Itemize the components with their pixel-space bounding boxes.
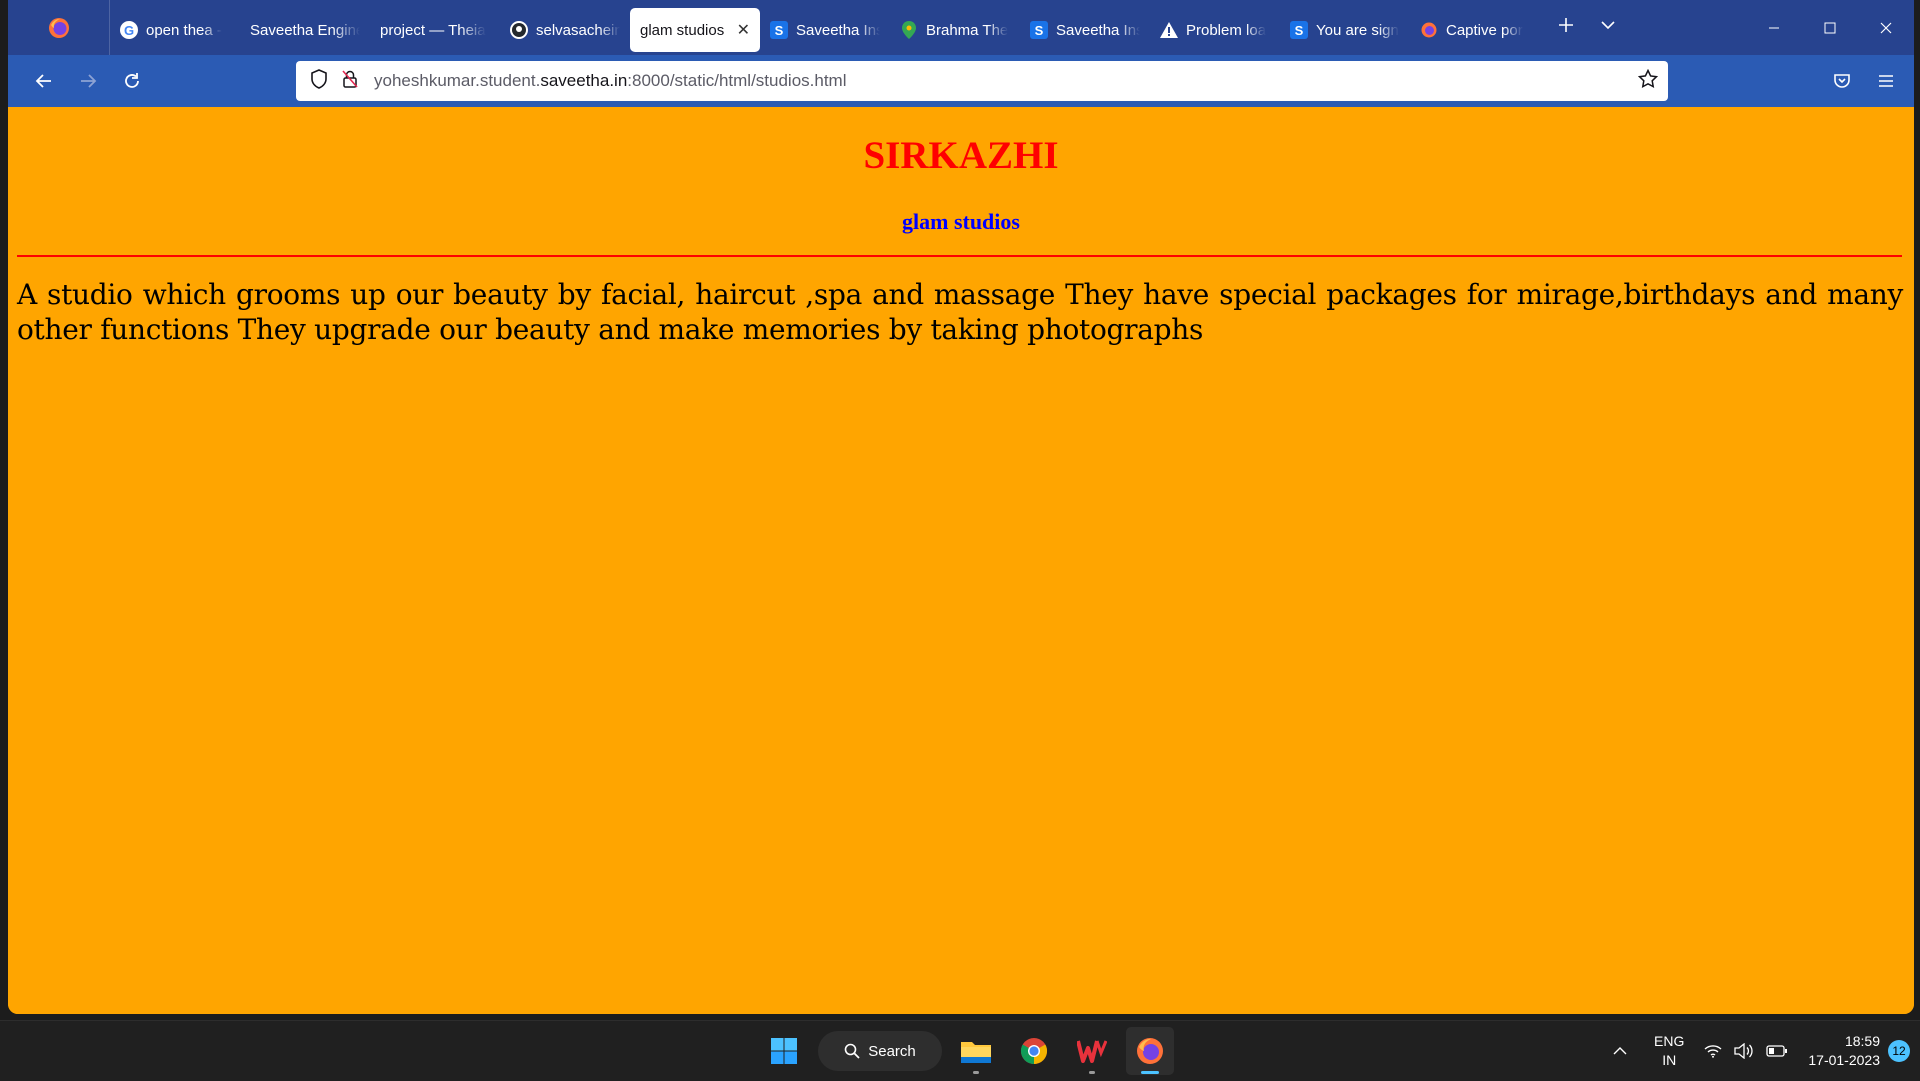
- file-explorer-icon[interactable]: [952, 1027, 1000, 1075]
- taskbar-search-button[interactable]: Search: [818, 1031, 942, 1071]
- clock-date: 17-01-2023: [1808, 1052, 1880, 1068]
- url-suffix: :8000/static/html/studios.html: [627, 71, 847, 90]
- tab-label: project — Theia: [380, 21, 486, 39]
- new-tab-plus-icon[interactable]: [1558, 17, 1574, 38]
- language-line1: ENG: [1654, 1033, 1685, 1049]
- tab-label: open thea -: [146, 21, 222, 39]
- web-page-content: SIRKAZHI glam studios A studio which gro…: [8, 107, 1914, 1014]
- tab-1[interactable]: Saveetha Engine: [240, 8, 370, 52]
- page-subheading: glam studios: [902, 209, 1020, 234]
- tab-label: Captive por: [1446, 21, 1523, 39]
- tab-label: Saveetha Ins: [796, 21, 880, 39]
- tab-3[interactable]: selvasachein: [500, 8, 630, 52]
- close-window-icon[interactable]: [1858, 0, 1914, 55]
- navigation-toolbar: yoheshkumar.student.saveetha.in:8000/sta…: [8, 55, 1914, 107]
- tab-9[interactable]: S You are sign: [1280, 8, 1410, 52]
- insecure-lock-icon[interactable]: [342, 69, 358, 93]
- tab-6[interactable]: Brahma The: [890, 8, 1020, 52]
- input-language-indicator[interactable]: ENG IN: [1640, 1032, 1698, 1070]
- running-indicator: [1089, 1071, 1095, 1074]
- firefox-icon: [1420, 21, 1438, 39]
- maximize-icon[interactable]: [1802, 0, 1858, 55]
- tab-5[interactable]: S Saveetha Ins: [760, 8, 890, 52]
- list-all-tabs-chevron-icon[interactable]: [1600, 17, 1616, 38]
- tab-label: Saveetha Ins: [1056, 21, 1140, 39]
- show-hidden-icons-chevron-icon[interactable]: [1606, 1046, 1634, 1056]
- active-indicator: [1141, 1071, 1159, 1074]
- battery-icon[interactable]: [1760, 1045, 1794, 1057]
- tab-label: glam studios: [640, 21, 725, 39]
- wifi-icon[interactable]: [1698, 1044, 1728, 1058]
- horizontal-rule: [17, 255, 1902, 257]
- system-clock[interactable]: 18:59 17-01-2023: [1794, 1032, 1888, 1070]
- warning-icon: [1160, 21, 1178, 39]
- firefox-icon: [48, 17, 69, 38]
- windows-start-icon[interactable]: [760, 1027, 808, 1075]
- tab-label: Saveetha Engine: [250, 21, 360, 39]
- url-bar[interactable]: yoheshkumar.student.saveetha.in:8000/sta…: [296, 61, 1668, 101]
- search-label: Search: [868, 1042, 916, 1060]
- forward-arrow-icon[interactable]: [66, 61, 110, 101]
- maps-pin-icon: [900, 21, 918, 39]
- chrome-icon[interactable]: [1010, 1027, 1058, 1075]
- minimize-icon[interactable]: [1746, 0, 1802, 55]
- back-arrow-icon[interactable]: [22, 61, 66, 101]
- tab-label: You are sign: [1316, 21, 1399, 39]
- github-icon: [510, 21, 528, 39]
- page-heading: SIRKAZHI: [863, 134, 1059, 177]
- hamburger-menu-icon[interactable]: [1864, 61, 1908, 101]
- close-tab-icon[interactable]: ✕: [737, 20, 750, 40]
- saveetha-icon: S: [1290, 21, 1308, 39]
- url-text: yoheshkumar.student.saveetha.in:8000/sta…: [374, 71, 847, 91]
- tab-label: Problem loa: [1186, 21, 1267, 39]
- tracking-protection-shield-icon[interactable]: [310, 68, 328, 94]
- clock-time: 18:59: [1844, 1033, 1880, 1049]
- tab-label: selvasachein: [536, 21, 620, 39]
- tab-8[interactable]: Problem loa: [1150, 8, 1280, 52]
- tab-7[interactable]: S Saveetha Ins: [1020, 8, 1150, 52]
- running-indicator: [973, 1071, 979, 1074]
- search-icon: [844, 1043, 860, 1059]
- url-prefix: yoheshkumar.student.: [374, 71, 541, 90]
- tab-label: Brahma The: [926, 21, 1009, 39]
- notification-count-badge[interactable]: 12: [1888, 1040, 1910, 1062]
- bookmark-star-icon[interactable]: [1637, 68, 1659, 94]
- pocket-icon[interactable]: [1820, 61, 1864, 101]
- tab-active-glam-studios[interactable]: glam studios ✕: [630, 8, 760, 52]
- wps-office-icon[interactable]: [1068, 1027, 1116, 1075]
- language-line2: IN: [1662, 1052, 1677, 1068]
- reload-icon[interactable]: [110, 61, 154, 101]
- saveetha-icon: S: [770, 21, 788, 39]
- firefox-taskbar-icon[interactable]: [1126, 1027, 1174, 1075]
- tab-2[interactable]: project — Theia: [370, 8, 500, 52]
- taskbar: Search ENG IN 18:59 17-01-2023 12: [0, 1020, 1920, 1081]
- volume-icon[interactable]: [1728, 1043, 1760, 1059]
- description-paragraph: A studio which grooms up our beauty by f…: [17, 278, 1903, 346]
- saveetha-icon: S: [1030, 21, 1048, 39]
- google-icon: G: [120, 21, 138, 39]
- browser-window: G open thea - Saveetha Engine project — …: [8, 0, 1914, 1014]
- firefox-view-button[interactable]: [8, 0, 110, 55]
- url-domain: saveetha.in: [540, 71, 628, 90]
- firefox-icon: [1137, 1038, 1163, 1064]
- tab-strip: G open thea - Saveetha Engine project — …: [8, 0, 1914, 55]
- tab-10[interactable]: Captive por: [1410, 8, 1540, 52]
- tab-0[interactable]: G open thea -: [110, 8, 240, 52]
